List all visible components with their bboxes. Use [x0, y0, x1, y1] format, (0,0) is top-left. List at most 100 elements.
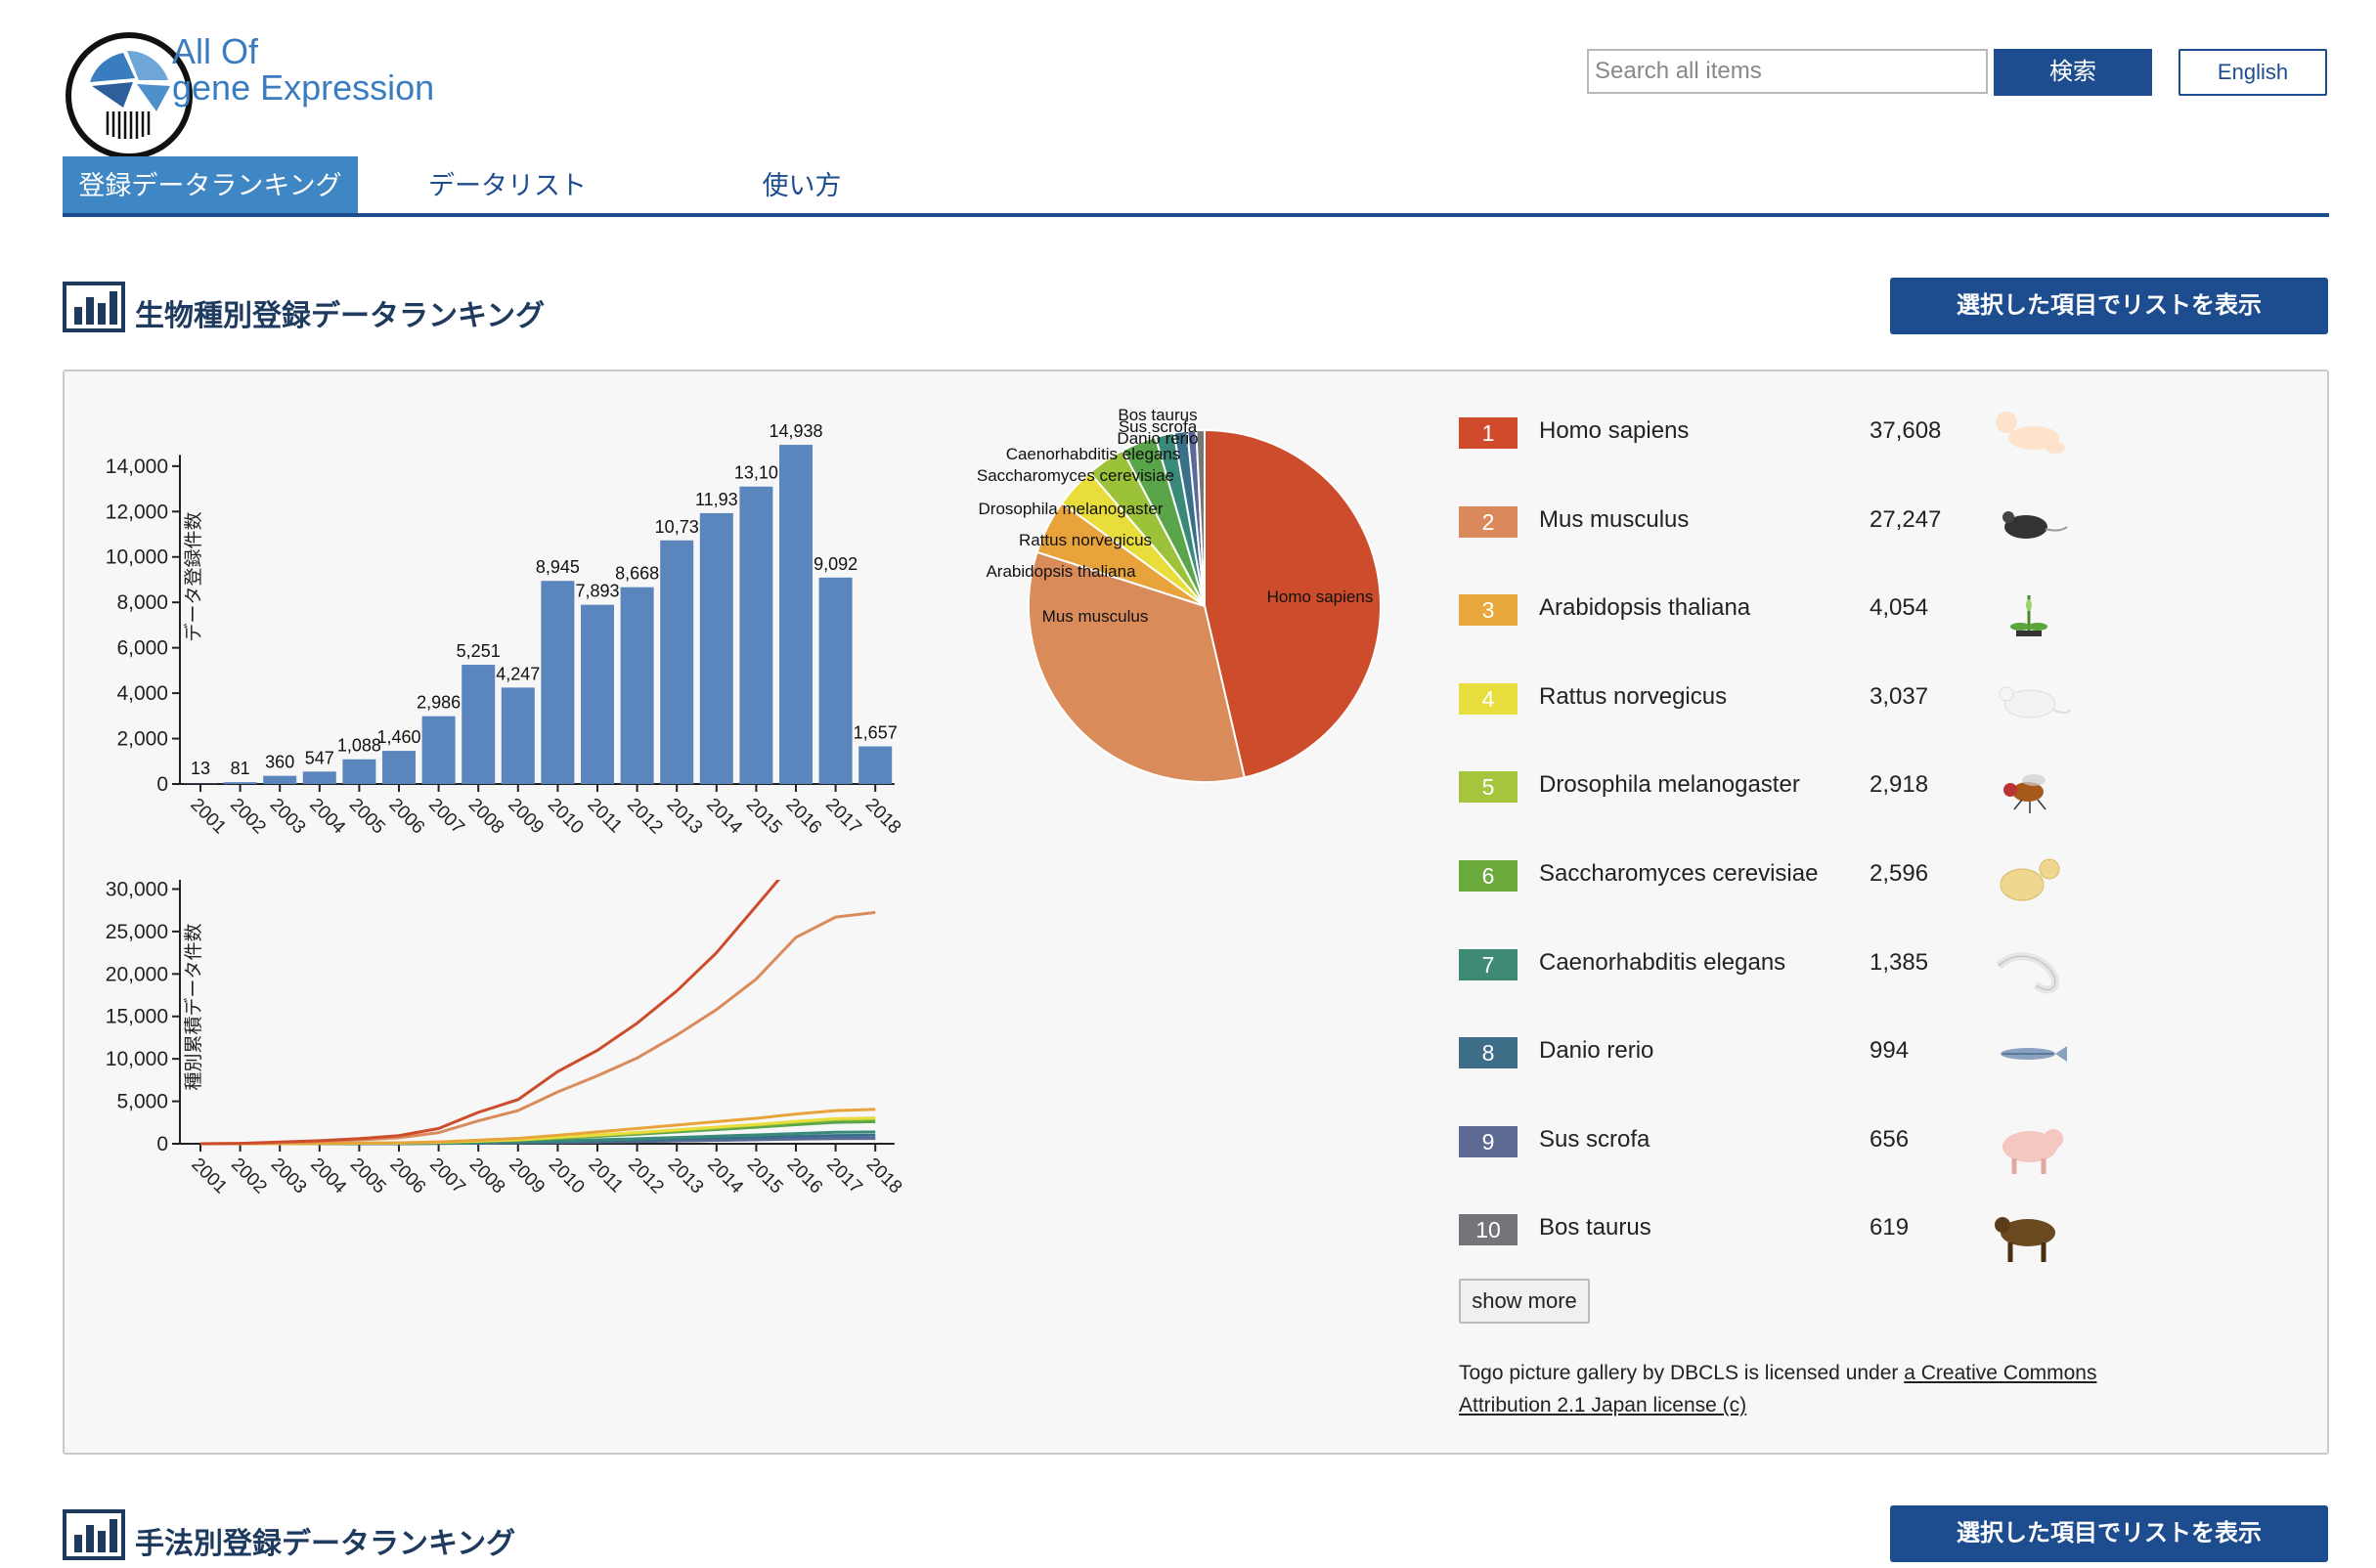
ranking-row[interactable]: 9 Sus scrofa 656: [1459, 1113, 2065, 1174]
rank-badge: 1: [1459, 417, 1518, 449]
cumulative-series-line: [199, 880, 781, 1146]
bar-x-tick-label: 2004: [305, 795, 349, 839]
species-count: 1,385: [1870, 948, 1929, 976]
bar-2017: [818, 577, 853, 784]
bar-y-tick-label: 0: [156, 773, 168, 796]
bar-value-label: 13: [191, 759, 210, 778]
ranking-row[interactable]: 7 Caenorhabditis elegans 1,385: [1459, 936, 2065, 995]
fly-icon: [1987, 759, 2071, 823]
bar-value-label: 81: [231, 759, 250, 778]
bar-value-label: 1,657: [854, 723, 898, 743]
ranking-row[interactable]: 6 Saccharomyces cerevisiae 2,596: [1459, 848, 2065, 906]
bar-y-tick-label: 6,000: [116, 637, 168, 660]
line-x-tick-label: 2017: [822, 1154, 866, 1198]
yeast-icon: [1987, 848, 2071, 912]
species-name: Rattus norvegicus: [1539, 682, 1728, 710]
species-name: Saccharomyces cerevisiae: [1539, 860, 1819, 887]
bar-2005: [342, 759, 376, 784]
bar-2013: [660, 540, 694, 784]
bar-y-tick-label: 8,000: [116, 591, 168, 614]
yearly-registration-bar-chart: データ登録件数 0 2,000 4,000 6,000 8,000 10,000 12,00…: [106, 421, 905, 839]
cumulative-line-chart: 種別累積データ件数 0 5,000 10,000 15,000 20,000 25,000…: [106, 880, 905, 1198]
species-count: 37,608: [1870, 417, 1942, 444]
bar-value-label: 11,93: [695, 490, 738, 509]
bar-2009: [501, 687, 535, 784]
ranking-row[interactable]: 10 Bos taurus 619: [1459, 1201, 2065, 1263]
mouse-icon: [1987, 494, 2071, 558]
pie-slice-label: Mus musculus: [1042, 607, 1149, 626]
bar-x-tick-label: 2016: [781, 795, 825, 839]
bar-value-label: 4,247: [496, 664, 540, 683]
worm-icon: [1987, 936, 2071, 1001]
rank-badge: 3: [1459, 594, 1518, 627]
search-button[interactable]: 検索: [1994, 49, 2152, 96]
search-input[interactable]: [1587, 49, 1988, 94]
bar-2018: [858, 746, 893, 784]
credit-text: Togo picture gallery by DBCLS is license…: [1459, 1362, 1905, 1384]
ranking-row[interactable]: 3 Arabidopsis thaliana 4,054: [1459, 582, 2065, 640]
line-x-tick-label: 2005: [346, 1154, 390, 1198]
bar-value-label: 5,251: [457, 641, 501, 661]
bar-y-tick-label: 14,000: [106, 456, 168, 478]
bar-y-tick-label: 2,000: [116, 728, 168, 751]
ranking-row[interactable]: 4 Rattus norvegicus 3,037: [1459, 671, 2072, 729]
show-more-button[interactable]: show more: [1459, 1279, 1590, 1324]
rank-badge: 7: [1459, 948, 1518, 980]
bar-2012: [620, 587, 654, 784]
bar-x-tick-label: 2011: [583, 795, 626, 838]
rank-badge: 2: [1459, 505, 1518, 538]
rank-badge: 5: [1459, 771, 1518, 804]
tab-ranking[interactable]: 登録データランキング: [63, 156, 358, 215]
line-x-tick-label: 2002: [227, 1154, 271, 1198]
human-baby-icon: [1987, 405, 2071, 469]
bar-2002: [223, 782, 257, 784]
pie-slice-label: Homo sapiens: [1267, 588, 1374, 606]
ranking-row[interactable]: 1 Homo sapiens 37,608: [1459, 405, 2065, 463]
rank-badge: 6: [1459, 860, 1518, 892]
species-name: Arabidopsis thaliana: [1539, 594, 1751, 622]
species-name: Danio rerio: [1539, 1037, 1654, 1065]
line-x-tick-label: 2015: [743, 1154, 787, 1198]
species-name: Homo sapiens: [1539, 417, 1690, 444]
pie-slice-label: Bos taurus: [1118, 406, 1197, 424]
tab-data-list[interactable]: データリスト: [401, 156, 614, 215]
bar-value-label: 10,73: [655, 517, 699, 537]
ranking-row[interactable]: 5 Drosophila melanogaster 2,918: [1459, 759, 2065, 817]
ranking-row[interactable]: 8 Danio rerio 994: [1459, 1024, 2067, 1083]
bar-2014: [699, 512, 733, 784]
language-toggle-button[interactable]: English: [2178, 49, 2327, 96]
species-count: 2,596: [1870, 860, 1929, 887]
cumulative-series-line: [199, 910, 876, 1146]
line-y-tick-label: 30,000: [106, 880, 168, 900]
bar-y-tick-label: 12,000: [106, 501, 168, 523]
line-y-tick-label: 0: [156, 1133, 168, 1155]
bar-x-tick-label: 2014: [702, 795, 746, 839]
bar-value-label: 2,986: [417, 693, 461, 713]
bar-x-tick-label: 2013: [663, 795, 707, 839]
line-chart-ylabel: 種別累積データ件数: [183, 923, 204, 1090]
line-x-tick-label: 2009: [505, 1154, 549, 1198]
bar-x-tick-label: 2007: [424, 795, 468, 839]
line-x-tick-label: 2007: [425, 1154, 469, 1198]
plant-icon: [1987, 582, 2071, 646]
species-count: 2,918: [1870, 771, 1929, 799]
bar-chart-ylabel: データ登録件数: [183, 511, 204, 641]
ranking-row[interactable]: 2 Mus musculus 27,247: [1459, 494, 2068, 552]
show-list-button[interactable]: 選択した項目でリストを表示: [1890, 278, 2328, 334]
pie-slice-label: Rattus norvegicus: [1019, 531, 1152, 549]
bar-x-tick-label: 2015: [742, 795, 786, 839]
tab-usage[interactable]: 使い方: [724, 156, 880, 215]
show-list-button[interactable]: 選択した項目でリストを表示: [1890, 1505, 2328, 1562]
brand-name[interactable]: All Of gene Expression: [172, 33, 434, 106]
rank-badge: 4: [1459, 682, 1518, 715]
line-x-tick-label: 2006: [385, 1154, 429, 1198]
section-title-method: 手法別登録データランキング: [135, 1528, 516, 1560]
bar-value-label: 7,893: [575, 582, 619, 601]
species-pie-chart: Homo sapiens Mus musculus Arabidopsis thal…: [977, 406, 1382, 783]
species-count: 3,037: [1870, 682, 1929, 710]
pig-icon: [1987, 1113, 2071, 1178]
bar-value-label: 1,088: [337, 736, 381, 756]
line-x-tick-label: 2001: [187, 1154, 231, 1198]
species-count: 27,247: [1870, 505, 1942, 533]
bar-y-tick-label: 4,000: [116, 682, 168, 705]
